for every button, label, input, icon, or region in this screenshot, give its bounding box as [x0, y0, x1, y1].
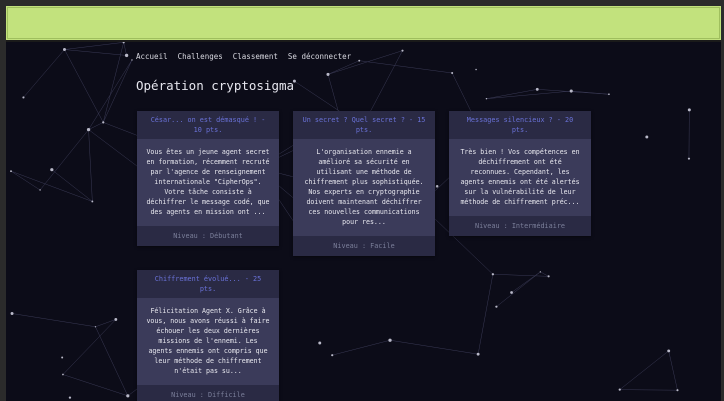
challenge-title[interactable]: Un secret ? Quel secret ? - 15 pts. [293, 111, 435, 139]
star-dot [122, 42, 125, 44]
top-banner-edge [7, 7, 720, 39]
constellation-line [51, 169, 93, 202]
nav-link-accueil[interactable]: Accueil [136, 52, 168, 61]
star-dot [667, 349, 671, 353]
constellation-line [359, 60, 453, 74]
constellation-line [486, 90, 572, 99]
star-dot [451, 71, 454, 75]
star-dot [539, 271, 542, 273]
challenge-title[interactable]: César... on est démasqué ! - 10 pts. [137, 111, 279, 139]
star-dot [495, 305, 498, 308]
challenge-description: Vous êtes un jeune agent secret en forma… [146, 148, 270, 216]
constellation-line [332, 339, 391, 356]
star-dot [126, 394, 130, 398]
challenge-card-4[interactable]: Chiffrement évolué... - 25 pts. Félicita… [137, 270, 279, 401]
challenge-level: Niveau : Facile [293, 236, 435, 256]
star-dot [485, 97, 488, 100]
star-dot [22, 96, 25, 99]
main-nav: Accueil Challenges Classement Se déconne… [136, 52, 351, 61]
star-dot [318, 341, 322, 345]
star-dot [535, 87, 539, 91]
constellation-line [389, 339, 479, 355]
star-dot [388, 338, 392, 342]
star-dot [547, 275, 550, 278]
star-dot [124, 53, 129, 58]
constellation-line [123, 42, 127, 56]
constellation-line [64, 42, 124, 50]
challenge-description: L'organisation ennemie a amélioré sa séc… [304, 148, 424, 226]
star-dot [86, 127, 91, 132]
star-dot [687, 108, 691, 112]
star-dot [687, 157, 691, 160]
constellation-line [486, 89, 538, 99]
constellation-line [39, 129, 89, 191]
star-dot [62, 373, 64, 376]
star-dot [510, 291, 513, 294]
constellation-line [103, 59, 133, 123]
nav-link-logout[interactable]: Se déconnecter [288, 52, 351, 61]
browser-viewport: Accueil Challenges Classement Se déconne… [6, 6, 721, 401]
star-dot [61, 356, 64, 359]
constellation-line [95, 319, 116, 327]
constellation-line [571, 90, 609, 95]
constellation-line [23, 49, 65, 98]
star-dot [50, 168, 54, 172]
star-dot [68, 396, 72, 399]
constellation-line [477, 274, 494, 355]
constellation-line [64, 49, 127, 56]
challenge-level: Niveau : Intermédiaire [449, 216, 591, 236]
star-dot [91, 200, 94, 203]
page-title: Opération cryptosigma [136, 78, 295, 93]
star-dot [676, 389, 679, 392]
star-dot [114, 318, 118, 321]
star-dot [10, 312, 14, 315]
challenge-level: Niveau : Débutant [137, 226, 279, 246]
challenge-title[interactable]: Messages silencieux ? - 20 pts. [449, 111, 591, 139]
star-dot [618, 388, 621, 391]
challenge-card-1[interactable]: César... on est démasqué ! - 10 pts. Vou… [137, 111, 279, 246]
constellation-line [540, 271, 549, 277]
star-dot [326, 72, 330, 76]
star-dot [475, 68, 477, 71]
star-dot [645, 135, 649, 139]
constellation-line [327, 60, 360, 75]
constellation-line [62, 319, 116, 375]
star-dot [435, 184, 439, 188]
star-dot [358, 59, 361, 62]
star-dot [39, 189, 41, 191]
star-dot [131, 59, 133, 61]
star-dot [102, 121, 105, 124]
star-dot [476, 352, 480, 356]
challenge-level: Niveau : Difficile [137, 385, 279, 401]
challenge-card-3[interactable]: Messages silencieux ? - 20 pts. Très bie… [449, 111, 591, 236]
challenge-description: Très bien ! Vos compétences en déchiffre… [460, 148, 580, 206]
star-dot [331, 354, 334, 357]
constellation-line [62, 374, 128, 397]
constellation-line [619, 389, 678, 391]
star-dot [608, 93, 610, 96]
top-banner [6, 6, 721, 42]
star-dot [491, 273, 495, 276]
constellation-line [496, 271, 541, 307]
challenge-description: Félicitation Agent X. Grâce à vous, nous… [146, 307, 270, 375]
star-dot [401, 49, 404, 52]
star-dot [63, 48, 66, 52]
star-dot [569, 89, 573, 93]
star-dot [10, 170, 12, 173]
constellation-line [88, 129, 93, 202]
challenge-title[interactable]: Chiffrement évolué... - 25 pts. [137, 270, 279, 298]
star-dot [94, 326, 97, 328]
constellation-line [492, 273, 549, 277]
nav-link-classement[interactable]: Classement [233, 52, 278, 61]
constellation-line [619, 350, 669, 390]
constellation-line [64, 49, 104, 123]
constellation-line [668, 350, 678, 391]
challenge-card-2[interactable]: Un secret ? Quel secret ? - 15 pts. L'or… [293, 111, 435, 256]
nav-link-challenges[interactable]: Challenges [178, 52, 223, 61]
constellation-line [95, 326, 129, 396]
constellation-line [11, 313, 96, 328]
